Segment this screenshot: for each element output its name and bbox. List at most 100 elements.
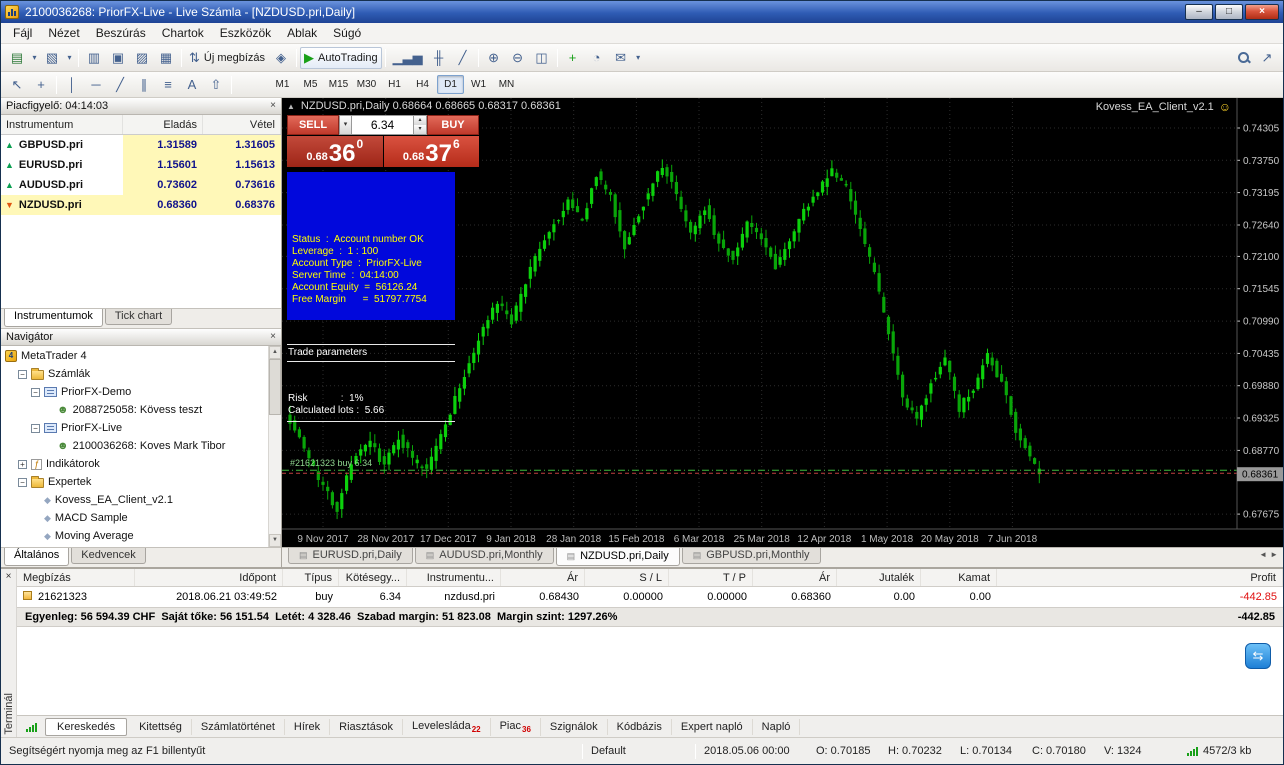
tree-item-2[interactable]: − PriorFX-Demo — [1, 383, 281, 401]
status-profile[interactable]: Default — [591, 745, 687, 757]
minimize-button[interactable]: – — [1185, 4, 1213, 20]
order-row[interactable]: 21621323 2018.06.21 03:49:52 buy 6.34 nzdusd… — [17, 587, 1283, 607]
timeframe-d1[interactable]: D1 — [437, 75, 464, 94]
orders-column-header-7[interactable]: T / P — [669, 569, 753, 586]
tree-item-5[interactable]: ☻ 2100036268: Koves Mark Tibor — [1, 437, 281, 455]
symbol-row[interactable]: ▼ NZDUSD.pri 0.68360 0.68376 — [1, 195, 281, 215]
tree-item-3[interactable]: ☻ 2088725058: Kövess teszt — [1, 401, 281, 419]
orders-column-header-9[interactable]: Jutalék — [837, 569, 921, 586]
close-button[interactable]: × — [1245, 4, 1279, 20]
orders-column-header-1[interactable]: Időpont — [135, 569, 283, 586]
tab-market-watch-0[interactable]: Instrumentumok — [4, 309, 103, 327]
collapse-one-click-icon[interactable]: ▲ — [287, 102, 295, 111]
periods-button[interactable]: ◔ — [585, 47, 609, 69]
metaeditor-button[interactable]: ◈ — [269, 47, 293, 69]
bar-chart-button[interactable]: ▁▃▅ — [389, 47, 427, 69]
tree-item-1[interactable]: − Számlák — [1, 365, 281, 383]
navigator-button[interactable]: ▨ — [130, 47, 154, 69]
tree-item-4[interactable]: − PriorFX-Live — [1, 419, 281, 437]
tab-piac[interactable]: Piac 36 — [491, 717, 541, 736]
collapse-node-icon[interactable]: − — [31, 423, 40, 433]
ask-price-panel[interactable]: 0.68 37 6 — [383, 136, 479, 167]
candle-chart-button[interactable]: ╫ — [427, 47, 451, 69]
lot-stepper[interactable]: ▴ ▾ — [414, 115, 427, 135]
expand-node-icon[interactable]: + — [18, 459, 27, 469]
tab-keresked-s[interactable]: Kereskedés — [45, 717, 128, 736]
lot-size-input[interactable]: 6.34 — [352, 115, 414, 135]
templates-button[interactable]: ✉ — [609, 47, 633, 69]
trendline-button[interactable]: ╱ — [108, 74, 132, 96]
tab-h-rek[interactable]: Hírek — [285, 718, 331, 735]
terminal-button[interactable]: ▦ — [154, 47, 178, 69]
tree-item-0[interactable]: MetaTrader 4 — [1, 347, 281, 365]
symbol-row[interactable]: ▲ EURUSD.pri 1.15601 1.15613 — [1, 155, 281, 175]
zoom-out-button[interactable]: ⊖ — [506, 47, 530, 69]
timeframe-m1[interactable]: M1 — [269, 75, 296, 94]
tree-item-6[interactable]: + Indikátorok — [1, 455, 281, 473]
collapse-node-icon[interactable]: − — [18, 477, 27, 487]
tab-navigator-0[interactable]: Általános — [4, 548, 70, 566]
scrollbar-thumb[interactable] — [269, 359, 281, 415]
crosshair-button[interactable]: + — [29, 74, 53, 96]
tree-item-8[interactable]: ◆ Kovess_EA_Client_v2.1 — [1, 491, 281, 509]
tab-riaszt-sok[interactable]: Riasztások — [330, 718, 403, 735]
chart-tab-3[interactable]: ▤ GBPUSD.pri,Monthly — [681, 548, 821, 564]
scroll-up-icon[interactable]: ▲ — [269, 346, 281, 359]
menu-item-3[interactable]: Chartok — [154, 24, 212, 42]
chart-tab-2[interactable]: ▤ NZDUSD.pri,Daily — [555, 548, 680, 566]
chart-list-dropdown-button[interactable]: ▾ — [64, 47, 75, 69]
autotrading-button[interactable]: ▶ AutoTrading — [300, 46, 382, 69]
tab-sz-mlat-rt-net[interactable]: Számlatörténet — [192, 718, 285, 735]
lot-dropdown-icon[interactable]: ▾ — [339, 115, 352, 135]
scroll-left-icon[interactable]: ◄ — [1259, 550, 1267, 559]
menu-item-5[interactable]: Ablak — [279, 24, 325, 42]
symbol-row[interactable]: ▲ AUDUSD.pri 0.73602 0.73616 — [1, 175, 281, 195]
timeframe-m30[interactable]: M30 — [353, 75, 380, 94]
orders-column-header-6[interactable]: S / L — [585, 569, 669, 586]
zoom-in-button[interactable]: ⊕ — [482, 47, 506, 69]
tab-navigator-1[interactable]: Kedvencek — [71, 548, 146, 564]
tree-item-10[interactable]: ◆ Moving Average — [1, 527, 281, 545]
orders-column-header-8[interactable]: Ár — [753, 569, 837, 586]
tab-kitetts-g[interactable]: Kitettség — [130, 718, 192, 735]
menu-item-4[interactable]: Eszközök — [212, 24, 279, 42]
ea-smiley-icon[interactable]: ☺ — [1219, 100, 1231, 114]
orders-column-header-10[interactable]: Kamat — [921, 569, 997, 586]
timeframe-h4[interactable]: H4 — [409, 75, 436, 94]
scroll-right-icon[interactable]: ► — [1270, 550, 1278, 559]
lot-up-icon[interactable]: ▴ — [414, 116, 426, 125]
orders-column-header-3[interactable]: Kötésegy... — [339, 569, 407, 586]
timeframe-m15[interactable]: M15 — [325, 75, 352, 94]
tab-market-watch-1[interactable]: Tick chart — [104, 309, 173, 325]
chart-tab-1[interactable]: ▤ AUDUSD.pri,Monthly — [414, 548, 554, 564]
close-icon[interactable]: × — [6, 572, 12, 582]
orders-column-header-11[interactable]: Profit — [997, 569, 1283, 586]
horizontal-line-button[interactable]: ─ — [84, 74, 108, 96]
data-window-button[interactable]: ▣ — [106, 47, 130, 69]
close-icon[interactable]: × — [270, 101, 276, 111]
tree-item-7[interactable]: − Expertek — [1, 473, 281, 491]
menu-item-2[interactable]: Beszúrás — [88, 24, 154, 42]
orders-column-header-2[interactable]: Típus — [283, 569, 339, 586]
tab-levelesl-da[interactable]: Levelesláda 22 — [403, 717, 491, 736]
sell-button[interactable]: SELL — [287, 115, 339, 135]
collapse-node-icon[interactable]: − — [18, 369, 27, 379]
column-header-0[interactable]: Instrumentum — [1, 115, 123, 134]
channel-button[interactable]: ∥ — [132, 74, 156, 96]
tab-k-db-zis[interactable]: Kódbázis — [608, 718, 672, 735]
fibonacci-button[interactable]: ≡ — [156, 74, 180, 96]
orders-column-header-5[interactable]: Ár — [501, 569, 585, 586]
profiles-dropdown-button[interactable]: ▾ — [29, 47, 40, 69]
timeframe-m5[interactable]: M5 — [297, 75, 324, 94]
timeframe-w1[interactable]: W1 — [465, 75, 492, 94]
orders-column-header-0[interactable]: Megbízás — [17, 569, 135, 586]
close-icon[interactable]: × — [270, 332, 276, 342]
scroll-down-icon[interactable]: ▼ — [269, 534, 281, 547]
tab-expert-napl-[interactable]: Expert napló — [672, 718, 753, 735]
column-header-1[interactable]: Eladás — [123, 115, 203, 134]
menu-item-1[interactable]: Nézet — [40, 24, 87, 42]
indicators-button[interactable]: + — [561, 47, 585, 69]
cursor-button[interactable]: ↖ — [5, 74, 29, 96]
symbol-row[interactable]: ▲ GBPUSD.pri 1.31589 1.31605 — [1, 135, 281, 155]
collapse-node-icon[interactable]: − — [31, 387, 40, 397]
